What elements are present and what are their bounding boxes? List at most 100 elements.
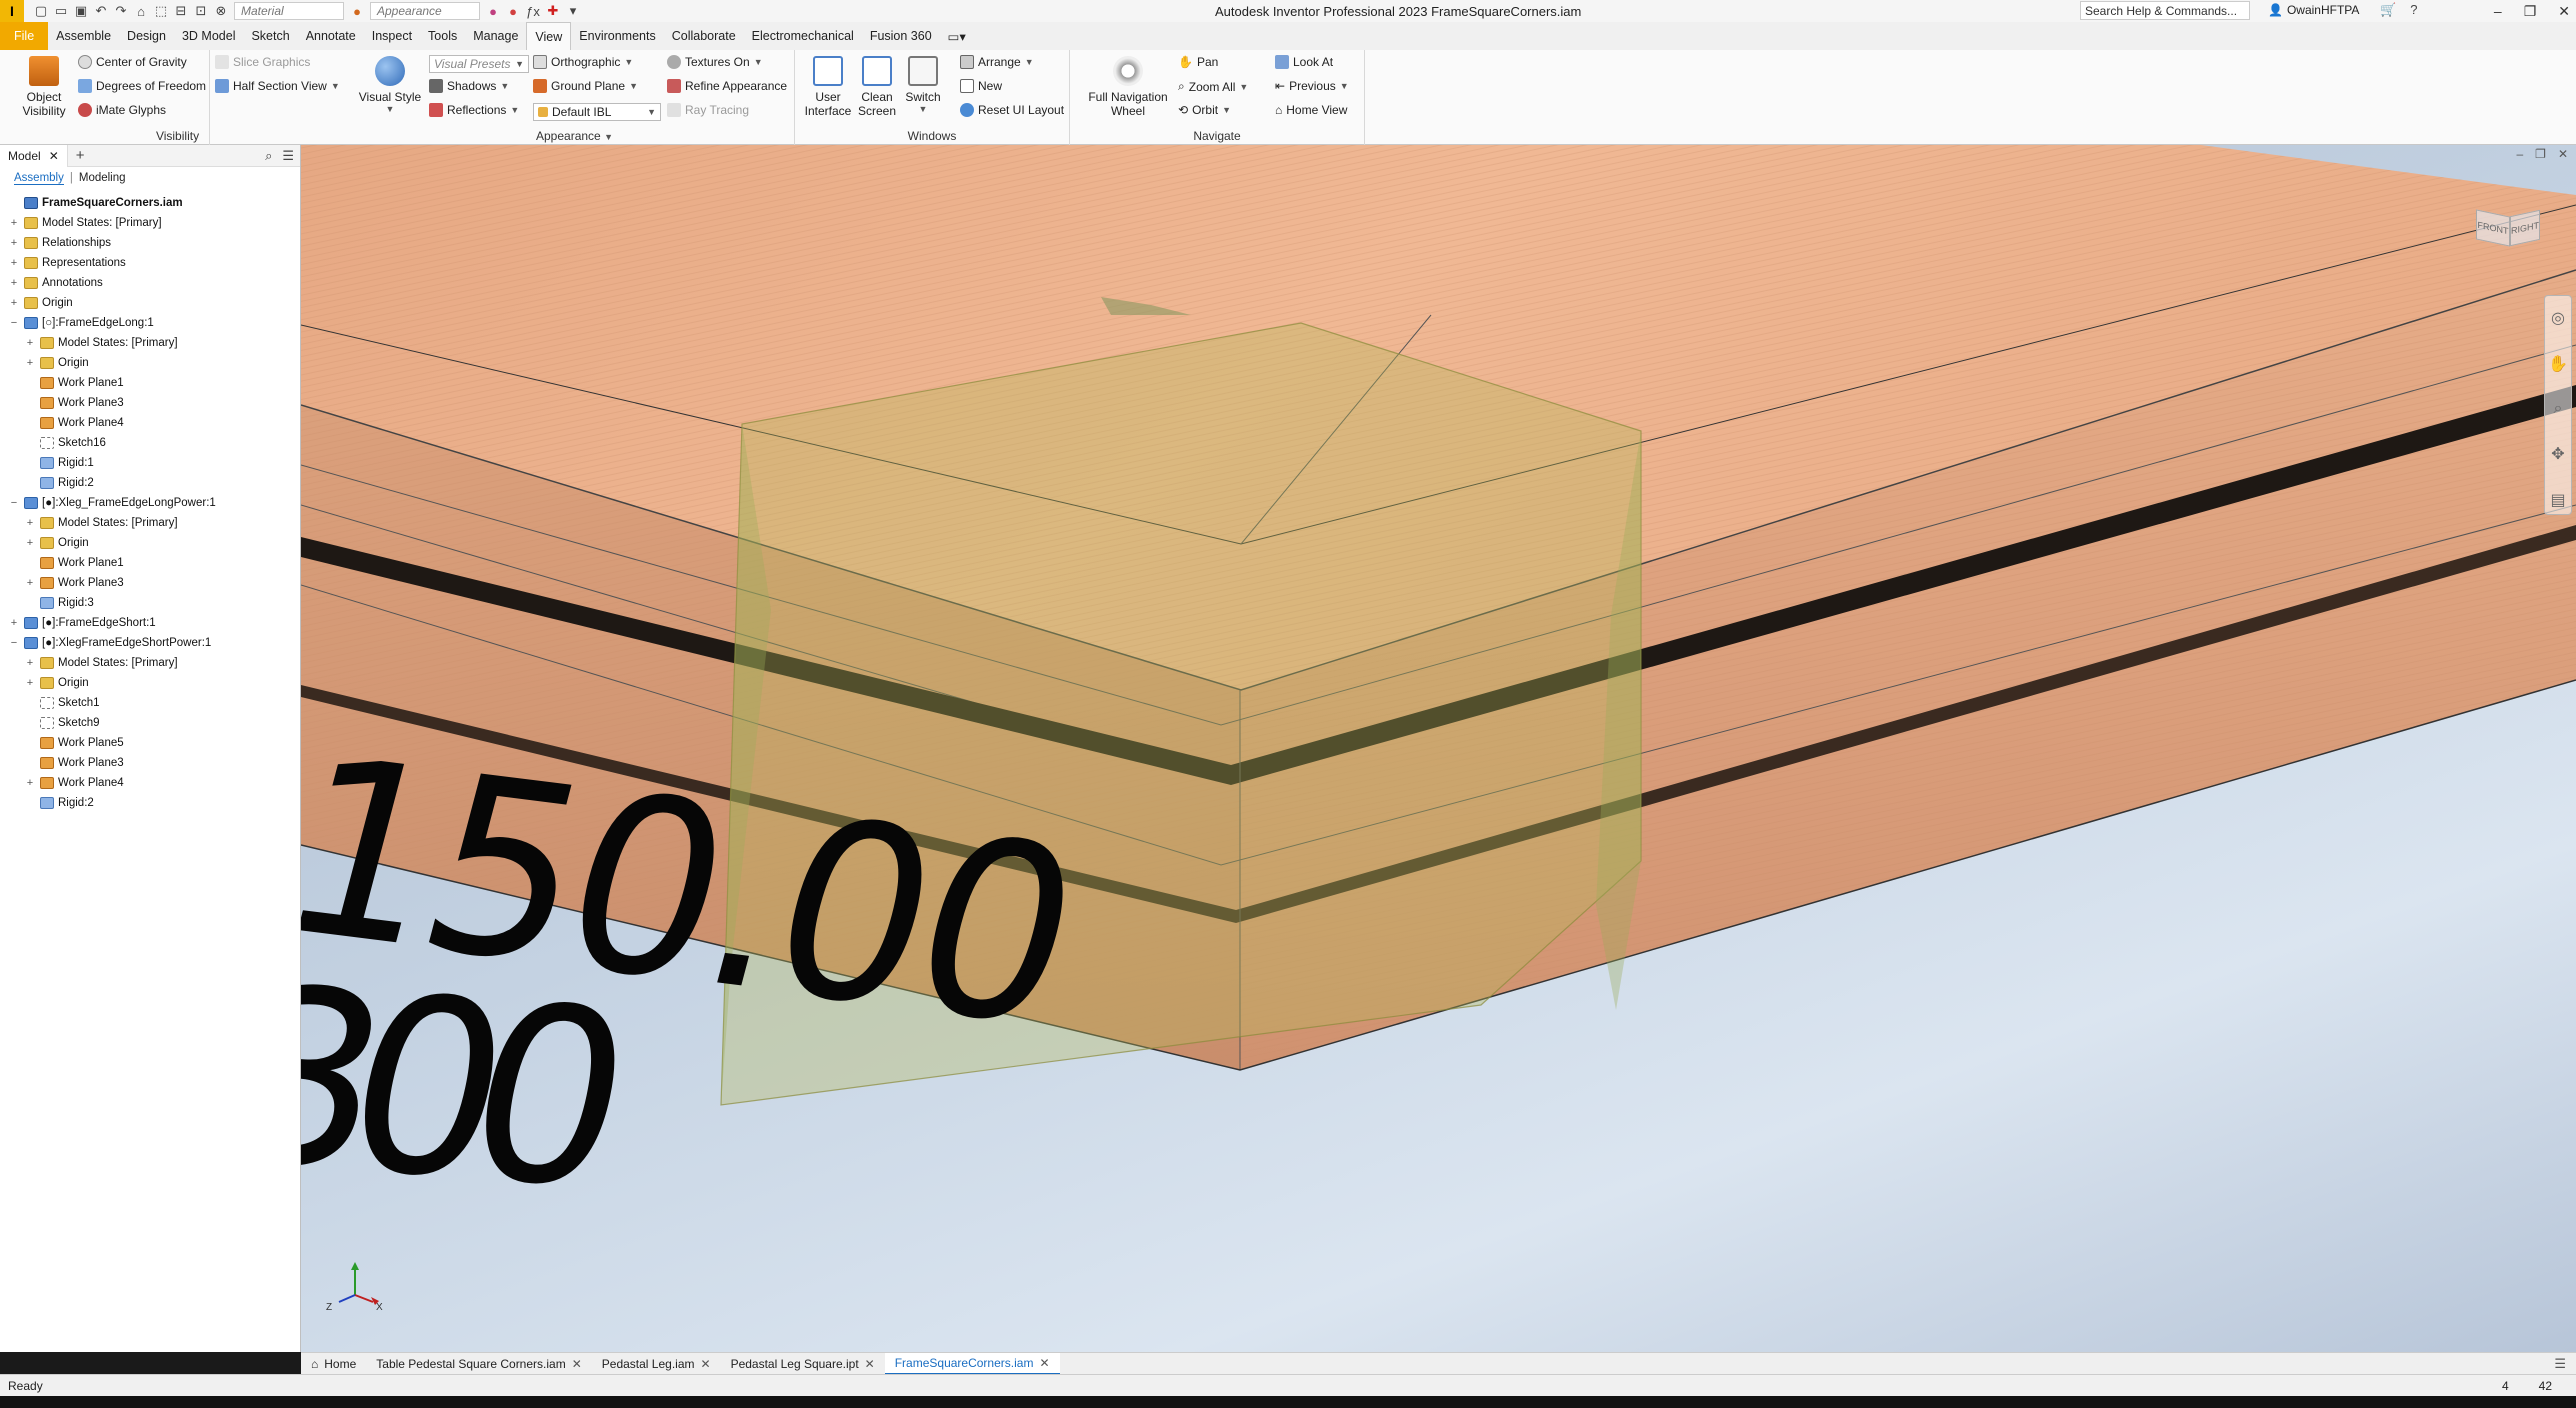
redo-icon[interactable]: ↷: [114, 3, 128, 19]
expand-icon[interactable]: +: [8, 257, 20, 269]
expand-icon[interactable]: +: [24, 337, 36, 349]
expand-icon[interactable]: +: [24, 357, 36, 369]
ribbon-tab-3d-model[interactable]: 3D Model: [174, 22, 244, 50]
close-icon[interactable]: ✕: [49, 149, 59, 163]
close-icon[interactable]: ✕: [2558, 147, 2568, 161]
modeling-mode-tab[interactable]: Modeling: [79, 172, 126, 184]
expand-icon[interactable]: +: [8, 617, 20, 629]
ribbon-tab-file[interactable]: File: [0, 22, 49, 50]
tree-node[interactable]: + Origin: [0, 353, 300, 373]
add-icon[interactable]: ✚: [546, 3, 560, 19]
clear-appearance-icon[interactable]: ●: [506, 4, 520, 19]
new-file-icon[interactable]: ▢: [34, 3, 48, 19]
appearance-panel-title[interactable]: Appearance ▼: [355, 129, 794, 143]
ribbon-tab-inspect[interactable]: Inspect: [364, 22, 420, 50]
tree-node[interactable]: + Annotations: [0, 273, 300, 293]
zoom-all-button[interactable]: ⌕ Zoom All ▼: [1178, 79, 1248, 94]
visual-presets-select[interactable]: Visual Presets ▼: [429, 55, 529, 73]
tree-node[interactable]: Work Plane1: [0, 553, 300, 573]
orbit-button[interactable]: ⟲ Orbit ▼: [1178, 103, 1231, 117]
collapse-icon[interactable]: −: [8, 497, 20, 509]
shadows-button[interactable]: Shadows ▼: [429, 79, 509, 93]
open-file-icon[interactable]: ▭: [54, 3, 68, 19]
expand-icon[interactable]: +: [8, 217, 20, 229]
document-tab[interactable]: Pedastal Leg.iam ✕: [592, 1353, 721, 1375]
home-view-button[interactable]: ⌂ Home View: [1275, 103, 1347, 117]
assembly-mode-tab[interactable]: Assembly: [14, 172, 64, 185]
tree-node[interactable]: − [○]:FrameEdgeLong:1: [0, 313, 300, 333]
menu-icon[interactable]: ☰: [282, 148, 294, 164]
ribbon-tab-environments[interactable]: Environments: [571, 22, 663, 50]
textures-on-button[interactable]: Textures On ▼: [667, 55, 763, 69]
tree-node[interactable]: Rigid:2: [0, 793, 300, 813]
user-account[interactable]: 👤 OwainHFTPA: [2268, 3, 2359, 17]
home-icon[interactable]: ⌂: [134, 4, 148, 19]
viewcube-front-face[interactable]: FRONT: [2476, 209, 2510, 247]
tree-node[interactable]: + [●]:FrameEdgeShort:1: [0, 613, 300, 633]
slice-graphics-button[interactable]: Slice Graphics: [215, 55, 310, 69]
ribbon-tab-annotate[interactable]: Annotate: [298, 22, 364, 50]
expand-icon[interactable]: +: [8, 237, 20, 249]
clean-screen-button[interactable]: Clean Screen: [855, 56, 899, 118]
tree-node[interactable]: + Work Plane4: [0, 773, 300, 793]
previous-view-button[interactable]: ⇤ Previous ▼: [1275, 79, 1349, 93]
cart-icon[interactable]: 🛒: [2380, 2, 2396, 18]
tree-node[interactable]: Work Plane4: [0, 413, 300, 433]
half-section-view-button[interactable]: Half Section View ▼: [215, 79, 340, 93]
appearance-select[interactable]: Appearance: [370, 2, 480, 20]
save-icon[interactable]: ▣: [74, 3, 88, 19]
tree-node[interactable]: Work Plane3: [0, 393, 300, 413]
expand-icon[interactable]: +: [24, 677, 36, 689]
collapse-icon[interactable]: −: [8, 637, 20, 649]
tree-node[interactable]: Rigid:2: [0, 473, 300, 493]
arrange-button[interactable]: Arrange ▼: [960, 55, 1034, 69]
tree-node[interactable]: Sketch1: [0, 693, 300, 713]
search-input[interactable]: Search Help & Commands...: [2080, 1, 2250, 20]
refine-appearance-button[interactable]: Refine Appearance: [667, 79, 787, 93]
app-logo[interactable]: I: [0, 0, 24, 22]
tree-node[interactable]: + Representations: [0, 253, 300, 273]
search-icon[interactable]: ⌕: [265, 148, 272, 164]
ribbon-tab-design[interactable]: Design: [119, 22, 174, 50]
tree-node[interactable]: Work Plane5: [0, 733, 300, 753]
tree-node[interactable]: Rigid:1: [0, 453, 300, 473]
expand-icon[interactable]: +: [24, 777, 36, 789]
expand-icon[interactable]: +: [8, 277, 20, 289]
tree-node[interactable]: + Work Plane3: [0, 573, 300, 593]
pan-icon[interactable]: ✋: [2548, 354, 2568, 374]
imate-glyphs-button[interactable]: iMate Glyphs: [78, 103, 166, 117]
measure-icon[interactable]: ⊟: [174, 3, 188, 19]
tree-node[interactable]: + Model States: [Primary]: [0, 513, 300, 533]
object-visibility-button[interactable]: Object Visibility: [14, 56, 74, 118]
collapse-icon[interactable]: −: [8, 317, 20, 329]
look-at-button[interactable]: Look At: [1275, 55, 1333, 69]
ribbon-tab-fusion-360[interactable]: Fusion 360: [862, 22, 940, 50]
tree-node[interactable]: + Model States: [Primary]: [0, 653, 300, 673]
minimize-icon[interactable]: –: [2516, 147, 2523, 161]
visual-style-button[interactable]: Visual Style ▼: [355, 56, 425, 114]
tree-node[interactable]: + Origin: [0, 673, 300, 693]
look-at-icon[interactable]: ▤: [2550, 490, 2565, 510]
viewcube[interactable]: FRONT RIGHT: [2476, 195, 2546, 255]
browser-tab-model[interactable]: Model ✕: [0, 144, 68, 167]
tree-node[interactable]: Rigid:3: [0, 593, 300, 613]
ground-plane-button[interactable]: Ground Plane ▼: [533, 79, 638, 93]
document-tab[interactable]: Pedastal Leg Square.ipt ✕: [721, 1353, 885, 1375]
ray-tracing-button[interactable]: Ray Tracing: [667, 103, 749, 117]
tree-node[interactable]: + Relationships: [0, 233, 300, 253]
update-icon[interactable]: ⊡: [194, 3, 208, 19]
tree-node[interactable]: + Origin: [0, 533, 300, 553]
graphics-viewport[interactable]: 150.00 300 – ❐ ✕ FRONT RIGHT ◎ ✋ ⌕ ✥ ▤ X…: [301, 145, 2576, 1352]
add-browser-tab-icon[interactable]: +: [68, 147, 93, 164]
tree-node[interactable]: Work Plane3: [0, 753, 300, 773]
ribbon-tab-sketch[interactable]: Sketch: [243, 22, 297, 50]
ibl-select[interactable]: Default IBL ▼: [533, 103, 661, 121]
close-icon[interactable]: ✕: [2558, 3, 2570, 20]
ribbon-tab-view[interactable]: View: [526, 22, 572, 50]
tree-node[interactable]: Work Plane1: [0, 373, 300, 393]
expand-icon[interactable]: +: [8, 297, 20, 309]
ribbon-tab-tools[interactable]: Tools: [420, 22, 465, 50]
full-navigation-wheel-button[interactable]: Full Navigation Wheel: [1078, 56, 1178, 118]
center-of-gravity-button[interactable]: Center of Gravity: [78, 55, 187, 69]
document-tab[interactable]: ⌂ Home: [301, 1353, 366, 1375]
